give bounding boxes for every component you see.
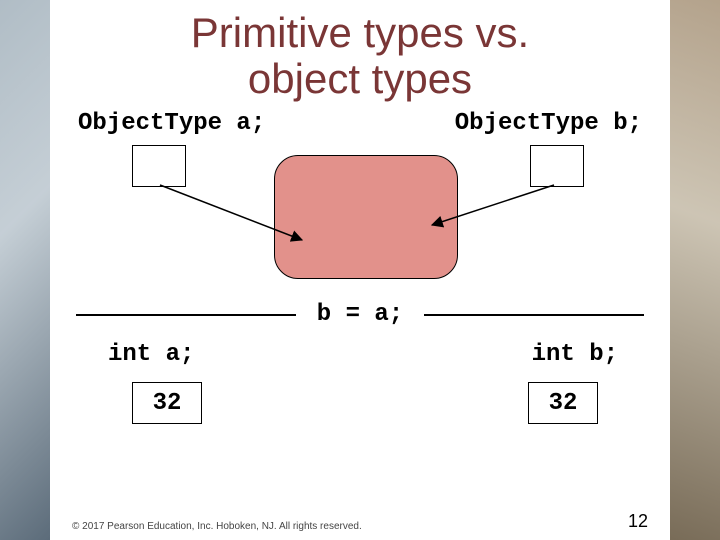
int-b-value-box: 32 <box>528 382 598 424</box>
reference-diagram <box>72 145 648 295</box>
bg-photo-right <box>670 0 720 540</box>
arrow-b-to-object <box>432 185 554 225</box>
divider-line-right <box>424 314 644 316</box>
page-number: 12 <box>628 511 648 532</box>
slide-title: Primitive types vs. object types <box>72 10 648 102</box>
int-a-value-box: 32 <box>132 382 202 424</box>
title-line-1: Primitive types vs. <box>191 9 529 56</box>
int-a-value: 32 <box>153 390 182 417</box>
int-values-row: 32 32 <box>72 382 648 424</box>
object-declarations-row: ObjectType a; ObjectType b; <box>72 110 648 137</box>
slide: Primitive types vs. object types ObjectT… <box>50 0 670 540</box>
title-line-2: object types <box>248 55 472 102</box>
decl-object-a: ObjectType a; <box>78 110 265 137</box>
arrow-a-to-object <box>160 185 302 240</box>
decl-object-b: ObjectType b; <box>455 110 642 137</box>
arrows-svg <box>72 145 648 295</box>
slide-footer: © 2017 Pearson Education, Inc. Hoboken, … <box>72 511 648 532</box>
int-b-value: 32 <box>549 390 578 417</box>
int-declarations-row: int a; int b; <box>72 341 648 368</box>
decl-int-a: int a; <box>108 341 194 368</box>
bg-photo-left <box>0 0 50 540</box>
assignment-divider: b = a; <box>72 301 648 329</box>
decl-int-b: int b; <box>532 341 618 368</box>
copyright-text: © 2017 Pearson Education, Inc. Hoboken, … <box>72 521 362 532</box>
